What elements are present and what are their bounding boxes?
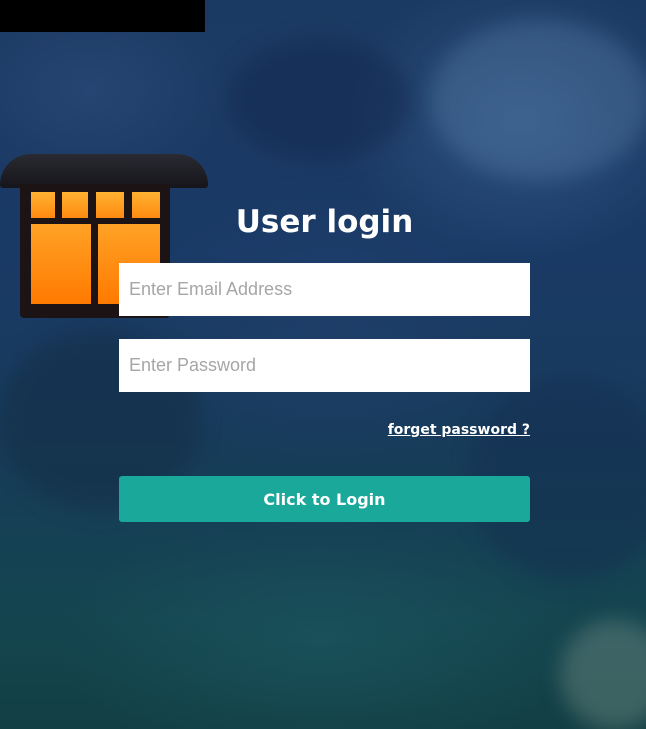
email-field[interactable]: [119, 263, 530, 316]
background-plant: [560, 620, 646, 729]
forgot-row: forget password ?: [119, 419, 530, 441]
login-page: User login forget password ? Click to Lo…: [0, 0, 646, 729]
background-foliage: [230, 40, 410, 160]
password-field[interactable]: [119, 339, 530, 392]
login-button[interactable]: Click to Login: [119, 476, 530, 522]
lantern-roof: [0, 154, 208, 188]
lantern-pane: [31, 192, 55, 218]
lantern-pane: [62, 192, 88, 218]
page-title: User login: [235, 204, 414, 240]
login-form: User login forget password ? Click to Lo…: [119, 200, 530, 522]
background-foliage: [430, 20, 646, 180]
top-black-bar: [0, 0, 205, 32]
lantern-pane: [31, 224, 91, 304]
forgot-password-link[interactable]: forget password ?: [388, 422, 530, 438]
